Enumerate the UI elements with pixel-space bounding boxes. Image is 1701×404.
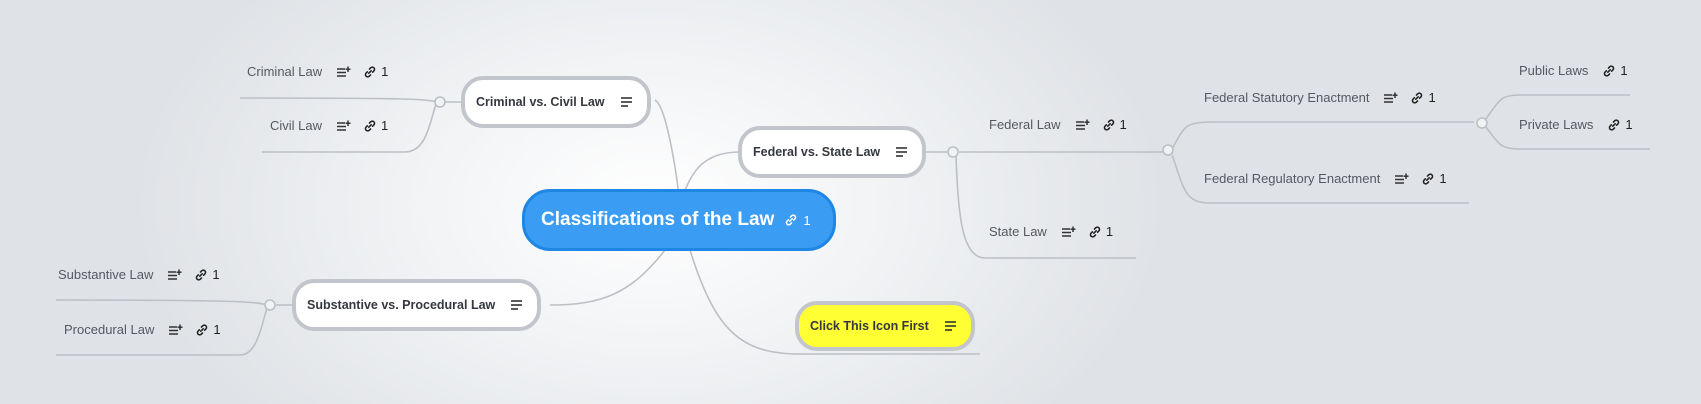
leaf-label: Procedural Law xyxy=(64,322,155,337)
note-add-icon[interactable] xyxy=(1075,119,1090,131)
note-add-icon[interactable] xyxy=(1061,226,1076,238)
link-icon[interactable] xyxy=(194,268,208,282)
leaf-label: Private Laws xyxy=(1519,117,1594,132)
leaf-procedural-law[interactable]: Procedural Law 1 xyxy=(64,322,221,337)
link-icon[interactable] xyxy=(363,119,377,133)
link-count: 1 xyxy=(1119,117,1127,132)
link-icon[interactable] xyxy=(363,65,377,79)
link-icon[interactable] xyxy=(1102,118,1116,132)
leaf-federal-law[interactable]: Federal Law 1 xyxy=(989,117,1127,132)
topic-label: Federal vs. State Law xyxy=(753,145,881,159)
leaf-federal-statutory[interactable]: Federal Statutory Enactment 1 xyxy=(1204,90,1436,105)
root-link-count: 1 xyxy=(803,212,811,228)
link-icon[interactable] xyxy=(1088,225,1102,239)
link-count: 1 xyxy=(381,118,389,133)
note-icon[interactable] xyxy=(944,320,959,332)
leaf-substantive-law[interactable]: Substantive Law 1 xyxy=(58,267,220,282)
note-icon[interactable] xyxy=(511,299,525,311)
leaf-criminal-law[interactable]: Criminal Law 1 xyxy=(247,64,388,79)
root-label: Classifications of the Law xyxy=(541,209,775,230)
leaf-state-law[interactable]: State Law 1 xyxy=(989,224,1113,239)
leaf-public-laws[interactable]: Public Laws 1 xyxy=(1519,63,1628,78)
leaf-private-laws[interactable]: Private Laws 1 xyxy=(1519,117,1633,132)
link-icon[interactable] xyxy=(1602,64,1616,78)
note-add-icon[interactable] xyxy=(337,66,351,78)
link-icon[interactable] xyxy=(784,213,798,227)
leaf-label: Federal Law xyxy=(989,117,1061,132)
leaf-civil-law[interactable]: Civil Law 1 xyxy=(270,118,388,133)
link-count: 1 xyxy=(1620,63,1628,78)
link-count: 1 xyxy=(213,322,221,337)
leaf-label: Federal Regulatory Enactment xyxy=(1204,171,1381,186)
note-add-icon[interactable] xyxy=(169,324,183,336)
link-icon[interactable] xyxy=(1607,118,1621,132)
leaf-label: Federal Statutory Enactment xyxy=(1204,90,1370,105)
topic-criminal-vs-civil[interactable]: Criminal vs. Civil Law xyxy=(461,76,651,128)
note-icon[interactable] xyxy=(620,96,635,108)
root-topic[interactable]: Classifications of the Law 1 xyxy=(522,189,836,251)
link-icon[interactable] xyxy=(195,323,209,337)
topic-label: Substantive vs. Procedural Law xyxy=(307,298,496,312)
topic-label: Click This Icon First xyxy=(810,319,929,333)
note-add-icon[interactable] xyxy=(337,120,351,132)
link-count: 1 xyxy=(1625,117,1633,132)
link-count: 1 xyxy=(1439,171,1447,186)
link-count: 1 xyxy=(1105,224,1114,239)
leaf-label: Public Laws xyxy=(1519,63,1589,78)
topic-substantive-vs-procedural[interactable]: Substantive vs. Procedural Law xyxy=(292,279,542,331)
link-count: 1 xyxy=(212,267,220,282)
leaf-label: Criminal Law xyxy=(247,64,323,79)
topic-click-this-icon-first[interactable]: Click This Icon First xyxy=(795,301,975,351)
topic-federal-vs-state[interactable]: Federal vs. State Law xyxy=(738,126,927,178)
leaf-label: Substantive Law xyxy=(58,267,154,282)
note-add-icon[interactable] xyxy=(168,269,182,281)
link-icon[interactable] xyxy=(1421,172,1435,186)
note-add-icon[interactable] xyxy=(1395,173,1409,185)
leaf-label: Civil Law xyxy=(270,118,323,133)
link-count: 1 xyxy=(1428,90,1436,105)
topic-label: Criminal vs. Civil Law xyxy=(476,95,605,109)
link-icon[interactable] xyxy=(1410,91,1424,105)
note-add-icon[interactable] xyxy=(1384,92,1398,104)
leaf-label: State Law xyxy=(989,224,1047,239)
link-count: 1 xyxy=(381,64,389,79)
note-icon[interactable] xyxy=(896,146,910,158)
leaf-federal-regulatory[interactable]: Federal Regulatory Enactment 1 xyxy=(1204,171,1447,186)
